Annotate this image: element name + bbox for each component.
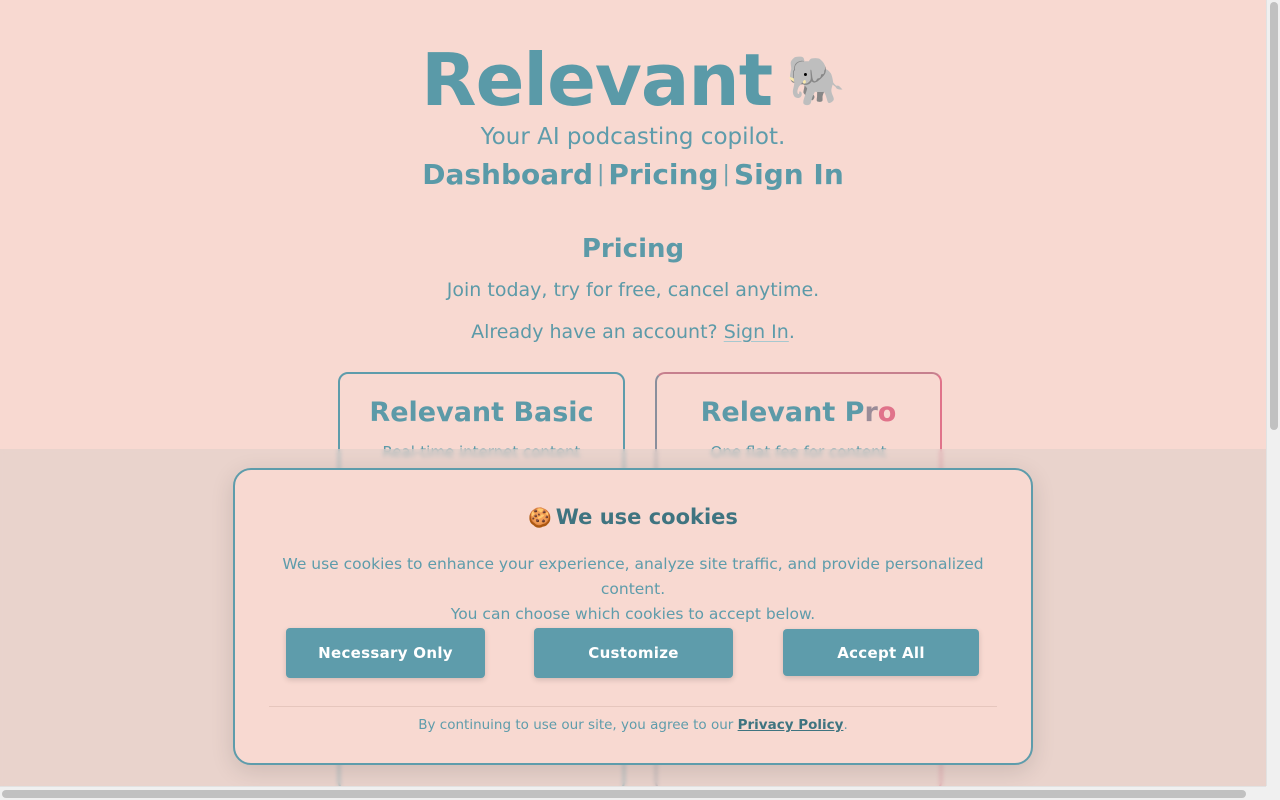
account-prompt: Already have an account? Sign In. bbox=[0, 319, 1266, 345]
plan-name-o: o bbox=[877, 397, 897, 428]
cookie-modal-body: We use cookies to enhance your experienc… bbox=[253, 552, 1013, 627]
page: Relevant 🐘 Your AI podcasting copilot. Da… bbox=[0, 0, 1266, 786]
cookie-title-text: We use cookies bbox=[555, 505, 738, 529]
nav-dashboard[interactable]: Dashboard bbox=[422, 158, 593, 191]
necessary-only-button[interactable]: Necessary Only bbox=[286, 628, 485, 678]
elephant-icon: 🐘 bbox=[786, 53, 846, 109]
nav-pricing[interactable]: Pricing bbox=[608, 158, 718, 191]
customize-button[interactable]: Customize bbox=[534, 628, 733, 678]
privacy-policy-link[interactable]: Privacy Policy bbox=[738, 717, 844, 733]
sign-in-link[interactable]: Sign In bbox=[724, 321, 789, 343]
plan-name-main: Relevant P bbox=[700, 397, 865, 428]
scrollbar-corner bbox=[1266, 786, 1280, 800]
brand-logo[interactable]: Relevant 🐘 bbox=[0, 38, 1266, 123]
cookie-body-line: We use cookies to enhance your experienc… bbox=[282, 555, 984, 598]
plan-name: Relevant Basic bbox=[369, 397, 594, 428]
vertical-scroll-thumb[interactable] bbox=[1270, 2, 1278, 430]
main-nav: Dashboard | Pricing | Sign In bbox=[0, 157, 1266, 193]
horizontal-scroll-thumb[interactable] bbox=[2, 790, 1246, 798]
footnote-suffix: . bbox=[843, 717, 848, 733]
account-prompt-text: Already have an account? bbox=[471, 321, 718, 343]
horizontal-scrollbar[interactable] bbox=[0, 786, 1266, 800]
vertical-scrollbar[interactable] bbox=[1266, 0, 1280, 800]
accept-all-button[interactable]: Accept All bbox=[783, 629, 979, 676]
cookie-divider bbox=[269, 706, 997, 707]
footnote-text: By continuing to use our site, you agree… bbox=[418, 717, 734, 733]
nav-separator: | bbox=[596, 162, 605, 187]
account-prompt-suffix: . bbox=[788, 321, 795, 343]
cookie-modal-title: 🍪 We use cookies bbox=[235, 503, 1031, 532]
cookie-buttons: Necessary Only Customize Accept All bbox=[235, 628, 1031, 680]
cookie-footnote: By continuing to use our site, you agree… bbox=[235, 715, 1031, 735]
nav-separator: | bbox=[722, 162, 730, 187]
brand-name: Relevant bbox=[421, 38, 773, 122]
cookie-icon: 🍪 bbox=[528, 507, 552, 529]
pricing-title: Pricing bbox=[581, 234, 685, 264]
cookie-body-line: You can choose which cookies to accept b… bbox=[450, 605, 816, 623]
plan-name-r: r bbox=[864, 397, 878, 428]
nav-sign-in[interactable]: Sign In bbox=[734, 158, 844, 191]
pricing-subtitle: Join today, try for free, cancel anytime… bbox=[446, 279, 820, 301]
tagline: Your AI podcasting copilot. bbox=[480, 124, 786, 150]
plan-name: Relevant Pro bbox=[657, 396, 940, 430]
cookie-modal: 🍪 We use cookies We use cookies to enhanc… bbox=[233, 468, 1033, 765]
